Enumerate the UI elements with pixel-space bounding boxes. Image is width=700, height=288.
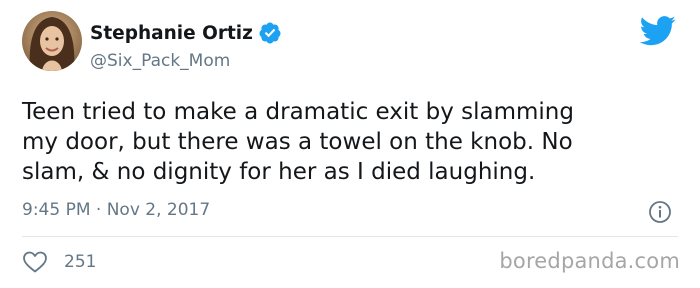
tweet-line: Teen tried to make a dramatic exit by sl…: [22, 99, 574, 125]
twitter-bird-icon[interactable]: [640, 16, 676, 46]
watermark: boredpanda.com: [499, 249, 680, 273]
tweet-text: Teen tried to make a dramatic exit by sl…: [22, 97, 672, 187]
like-count: 251: [64, 252, 97, 272]
tweet-line: slam, & no dignity for her as I died lau…: [22, 159, 536, 185]
like-action[interactable]: 251: [22, 250, 96, 274]
info-icon[interactable]: [648, 200, 672, 224]
tweet-timestamp[interactable]: 9:45 PM · Nov 2, 2017: [22, 200, 210, 220]
author-handle[interactable]: @Six_Pack_Mom: [90, 51, 230, 71]
heart-icon[interactable]: [22, 250, 48, 274]
divider: [22, 236, 678, 237]
author-name[interactable]: Stephanie Ortiz: [90, 23, 253, 44]
tweet-line: my door, but there was a towel on the kn…: [22, 129, 573, 155]
author-name-row[interactable]: Stephanie Ortiz: [90, 21, 282, 45]
avatar[interactable]: [22, 11, 82, 71]
verified-badge-icon: [259, 22, 281, 44]
